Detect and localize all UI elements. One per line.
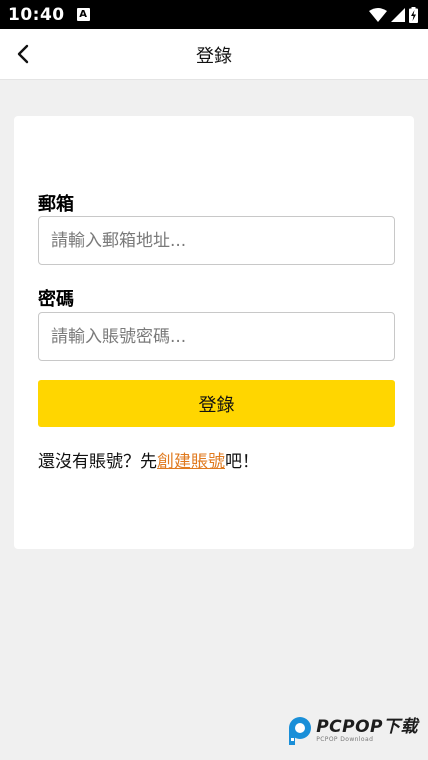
watermark-brand: PCPOP下载 [316,717,418,737]
watermark-text: PCPOP下载 PCPOP Download [316,718,418,744]
signup-suffix-text: 吧！ [225,452,259,472]
email-label: 郵箱 [38,194,74,215]
email-input[interactable] [38,216,395,265]
watermark-sub: PCPOP Download [316,736,374,743]
back-button[interactable] [6,37,40,71]
page-title: 登錄 [196,45,232,67]
chevron-left-icon [17,44,29,64]
notification-a-icon: A [76,8,90,21]
battery-charging-icon [409,6,418,23]
login-card: 郵箱 密碼 登錄 還沒有賬號？先創建賬號吧！ [14,116,414,549]
create-account-link[interactable]: 創建賬號 [157,447,225,472]
status-bar: 10:40 A [0,0,428,29]
password-input[interactable] [38,312,395,361]
login-screen: 10:40 A 登錄 郵箱 密碼 登 [0,0,428,760]
password-label: 密碼 [38,289,74,310]
pcpop-logo-icon [289,717,312,745]
signup-prompt: 還沒有賬號？先 創建賬號 吧！ [38,447,259,472]
signup-prefix-text: 還沒有賬號？先 [38,452,157,472]
pcpop-watermark: PCPOP下载 PCPOP Download [287,716,418,746]
status-icons [369,6,418,23]
app-bar: 登錄 [0,29,428,80]
login-button[interactable]: 登錄 [38,380,395,427]
wifi-icon [369,7,387,22]
signal-icon [391,7,405,22]
status-time: 10:40 [8,4,65,25]
